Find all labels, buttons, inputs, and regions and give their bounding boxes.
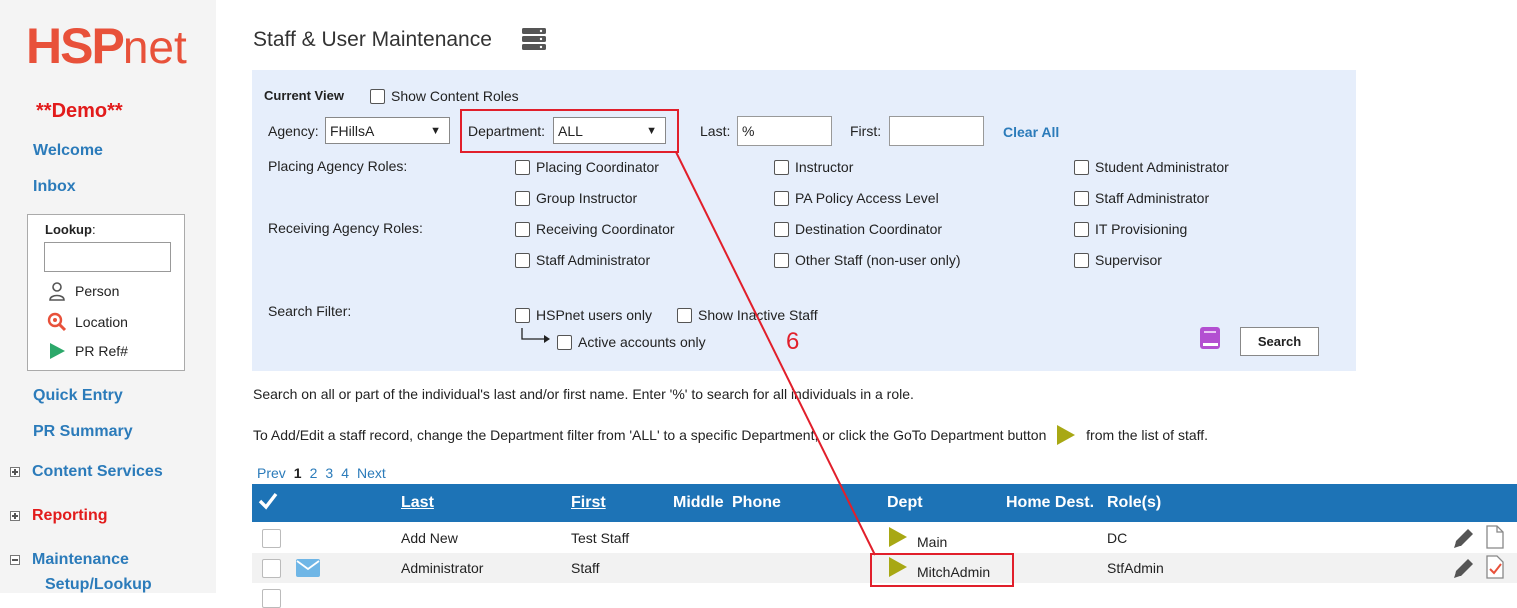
cell-last: Add New	[401, 530, 458, 546]
filter-panel: Current View Show Content Roles Agency: …	[252, 70, 1356, 371]
cell-last: Administrator	[401, 560, 484, 576]
header-last[interactable]: Last	[401, 494, 434, 512]
show-content-roles-checkbox[interactable]: Show Content Roles	[370, 88, 519, 104]
nav-setup-lookup[interactable]: Setup/Lookup	[45, 576, 152, 594]
row-checkbox[interactable]	[262, 589, 281, 608]
clear-all-link[interactable]: Clear All	[1003, 124, 1059, 140]
play-icon	[46, 341, 68, 361]
cell-dept: Main	[917, 534, 948, 550]
agency-label: Agency:	[268, 123, 319, 139]
pager-prev[interactable]: Prev	[257, 465, 286, 481]
first-label: First:	[850, 123, 882, 139]
book-icon[interactable]	[1199, 326, 1221, 353]
search-filter-label: Search Filter:	[268, 303, 352, 319]
nav-welcome[interactable]: Welcome	[33, 142, 103, 160]
edit-pencil-icon[interactable]	[1452, 557, 1476, 582]
role-student-administrator[interactable]: Student Administrator	[1074, 159, 1229, 175]
search-help-text: Search on all or part of the individual'…	[253, 386, 914, 402]
hspnet-logo[interactable]: HSPnet	[26, 18, 187, 75]
dropdown-arrow-icon: ▼	[430, 124, 441, 137]
expand-icon	[10, 467, 20, 477]
page-title: Staff & User Maintenance	[253, 28, 492, 51]
current-view-label: Current View	[264, 88, 344, 103]
nav-content-services[interactable]: Content Services	[10, 463, 163, 481]
hspnet-users-only-checkbox[interactable]: HSPnet users only	[515, 307, 652, 323]
nav-maintenance[interactable]: Maintenance	[10, 551, 129, 569]
server-icon[interactable]	[521, 27, 547, 54]
role-staff-administrator-placing[interactable]: Staff Administrator	[1074, 190, 1209, 206]
lookup-input[interactable]	[44, 242, 171, 272]
first-name-input[interactable]	[889, 116, 984, 146]
lookup-label: Lookup	[45, 222, 92, 237]
cell-first: Test Staff	[571, 530, 630, 546]
lookup-pr-ref[interactable]: PR Ref#	[46, 341, 128, 361]
pager-page-2[interactable]: 2	[310, 465, 318, 481]
annotation-step-number: 6	[786, 328, 800, 355]
nav-inbox[interactable]: Inbox	[33, 178, 76, 196]
lookup-person[interactable]: Person	[46, 281, 119, 301]
header-roles: Role(s)	[1107, 494, 1162, 511]
active-accounts-only-checkbox[interactable]: Active accounts only	[557, 334, 706, 350]
role-supervisor[interactable]: Supervisor	[1074, 252, 1162, 268]
cell-roles: DC	[1107, 530, 1128, 546]
annotation-highlight-department	[460, 109, 679, 153]
select-all-check-icon[interactable]	[258, 492, 278, 515]
goto-department-icon	[1056, 424, 1076, 449]
location-search-icon	[46, 312, 68, 332]
role-pa-policy-access[interactable]: PA Policy Access Level	[774, 190, 939, 206]
role-it-provisioning[interactable]: IT Provisioning	[1074, 221, 1187, 237]
demo-label: **Demo**	[36, 100, 123, 122]
last-label: Last:	[700, 123, 731, 139]
show-inactive-staff-checkbox[interactable]: Show Inactive Staff	[677, 307, 818, 323]
agency-select[interactable]: FHillsA ▼	[325, 117, 450, 144]
edit-pencil-icon[interactable]	[1452, 527, 1476, 552]
role-staff-administrator-receiving[interactable]: Staff Administrator	[515, 252, 650, 268]
role-group-instructor[interactable]: Group Instructor	[515, 190, 637, 206]
role-placing-coordinator[interactable]: Placing Coordinator	[515, 159, 659, 175]
role-destination-coordinator[interactable]: Destination Coordinator	[774, 221, 942, 237]
role-instructor[interactable]: Instructor	[774, 159, 853, 175]
role-other-staff[interactable]: Other Staff (non-user only)	[774, 252, 960, 268]
expand-icon	[10, 511, 20, 521]
nav-pr-summary[interactable]: PR Summary	[33, 423, 133, 441]
lookup-location[interactable]: Location	[46, 312, 128, 332]
goto-help-text: To Add/Edit a staff record, change the D…	[253, 424, 1208, 449]
row-checkbox[interactable]	[262, 529, 281, 548]
pager: Prev 1 2 3 4 Next	[257, 465, 386, 481]
search-button[interactable]: Search	[1240, 327, 1319, 356]
header-first[interactable]: First	[571, 494, 606, 512]
checkbox[interactable]	[370, 88, 385, 104]
pager-page-3[interactable]: 3	[325, 465, 333, 481]
nav-quick-entry[interactable]: Quick Entry	[33, 387, 123, 405]
last-name-input[interactable]: %	[737, 116, 832, 146]
table-header: Last First Middle Phone Dept Home Dest. …	[252, 484, 1517, 522]
goto-department-icon[interactable]	[888, 526, 908, 551]
document-icon[interactable]	[1486, 525, 1504, 552]
header-dept: Dept	[887, 494, 923, 511]
pager-page-4[interactable]: 4	[341, 465, 349, 481]
collapse-icon	[10, 555, 20, 565]
header-home-dest: Home Dest.	[1006, 494, 1095, 511]
indent-arrow-icon	[521, 328, 550, 343]
nav-reporting[interactable]: Reporting	[10, 507, 108, 525]
pager-next[interactable]: Next	[357, 465, 386, 481]
header-phone: Phone	[732, 494, 781, 511]
email-icon[interactable]	[296, 559, 320, 580]
sidebar: HSPnet **Demo** Welcome Inbox Lookup: Pe…	[0, 0, 216, 593]
annotation-highlight-dept-cell	[870, 553, 1014, 587]
header-middle: Middle	[673, 494, 724, 511]
row-checkbox[interactable]	[262, 559, 281, 578]
cell-roles: StfAdmin	[1107, 560, 1164, 576]
person-icon	[46, 281, 68, 301]
role-receiving-coordinator[interactable]: Receiving Coordinator	[515, 221, 675, 237]
pager-page-1: 1	[293, 465, 302, 481]
receiving-roles-label: Receiving Agency Roles:	[268, 220, 423, 236]
lookup-panel: Lookup: Person Location PR Ref#	[27, 214, 185, 371]
document-check-icon[interactable]	[1486, 555, 1504, 582]
table-row: Add New Test Staff Main DC	[252, 523, 1517, 553]
cell-first: Staff	[571, 560, 600, 576]
placing-roles-label: Placing Agency Roles:	[268, 158, 408, 174]
